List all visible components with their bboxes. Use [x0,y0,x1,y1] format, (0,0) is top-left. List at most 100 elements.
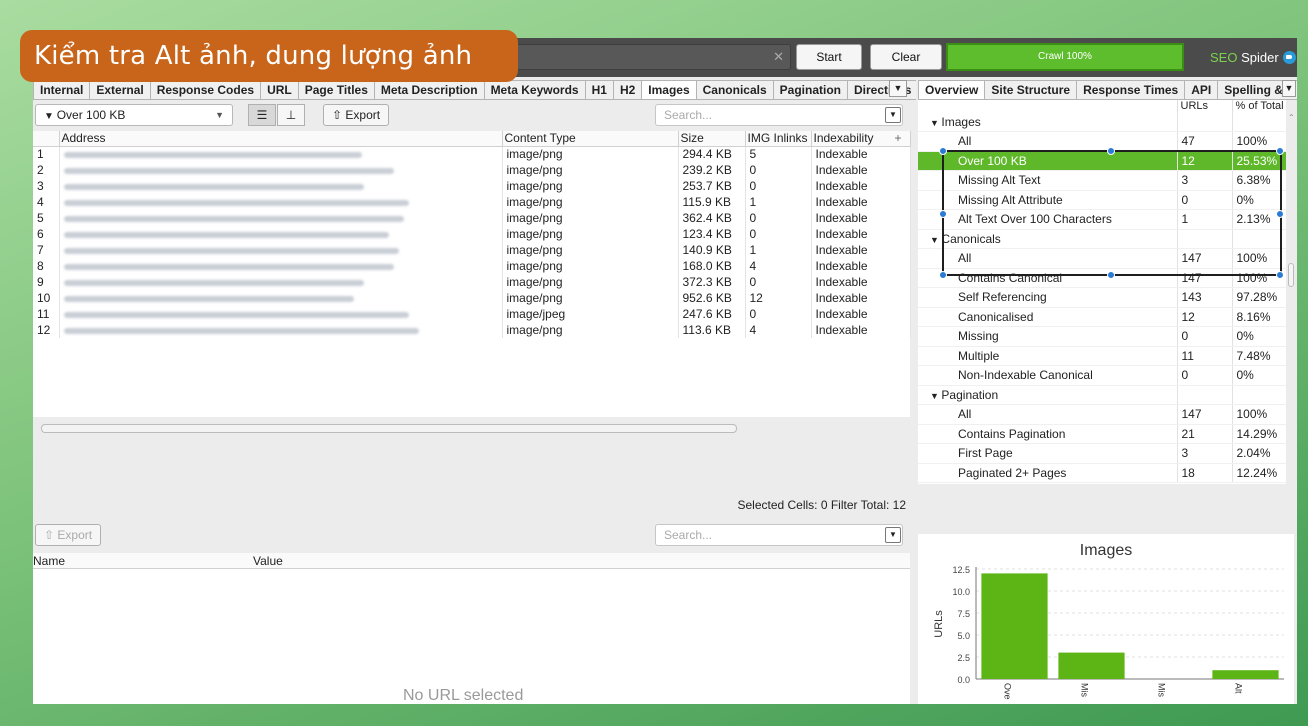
address-cell[interactable] [59,178,503,194]
table-row[interactable]: 3 image/png 253.7 KB 0 Indexable [33,178,911,194]
start-button[interactable]: Start [796,44,862,70]
tree-label-cell[interactable]: Non-Indexable Canonical [918,365,1178,386]
table-row[interactable]: 11 image/jpeg 247.6 KB 0 Indexable [33,306,911,322]
bar[interactable] [981,573,1048,679]
content-type-cell[interactable]: image/png [502,322,679,338]
tree-label-cell[interactable]: Over 100 KB [918,151,1178,171]
tree-group[interactable]: ▼ Canonicals [918,229,1286,249]
tree-item[interactable]: Self Referencing 143 97.28% [918,287,1286,308]
indexability-cell[interactable]: Indexable [811,290,911,306]
table-row[interactable]: 6 image/png 123.4 KB 0 Indexable [33,226,911,242]
tab-response-times[interactable]: Response Times [1076,80,1185,100]
indexability-cell[interactable]: Indexable [811,242,911,258]
row-number[interactable]: 3 [33,178,60,194]
tree-view-button[interactable]: ⊥ [277,104,305,126]
table-row[interactable]: 7 image/png 140.9 KB 1 Indexable [33,242,911,258]
bar[interactable] [1058,652,1125,679]
address-cell[interactable] [59,322,503,338]
img-inlinks-cell[interactable]: 4 [745,258,812,274]
address-cell[interactable] [59,306,503,322]
tab-images[interactable]: Images [641,80,696,100]
content-type-cell[interactable]: image/png [502,258,679,274]
size-cell[interactable]: 123.4 KB [678,226,746,242]
column-header[interactable]: Content Type [502,131,679,147]
tree-label-cell[interactable]: Paginated 2+ Pages [918,463,1178,483]
bar[interactable] [1212,670,1279,679]
indexability-cell[interactable]: Indexable [811,194,911,210]
tree-label-cell[interactable]: Multiple [918,346,1178,366]
list-view-button[interactable]: ☰ [248,104,276,126]
content-type-cell[interactable]: image/png [502,226,679,242]
table-row[interactable]: 12 image/png 113.6 KB 4 Indexable [33,322,911,338]
indexability-cell[interactable]: Indexable [811,306,911,322]
img-inlinks-cell[interactable]: 4 [745,322,812,338]
size-cell[interactable]: 952.6 KB [678,290,746,306]
details-search-options-button[interactable]: ▼ [885,527,901,543]
vertical-scrollbar[interactable]: ⌃ [1288,113,1295,473]
tree-item[interactable]: Missing Alt Attribute 0 0% [918,190,1286,210]
tree-label-cell[interactable]: All [918,248,1178,269]
twitter-icon[interactable] [1282,51,1296,64]
size-cell[interactable]: 294.4 KB [678,146,746,162]
table-row[interactable]: 10 image/png 952.6 KB 12 Indexable [33,290,911,306]
tree-label-cell[interactable]: Self Referencing [918,287,1178,308]
content-type-cell[interactable]: image/png [502,242,679,258]
tree-item[interactable]: All 147 100% [918,404,1286,425]
column-header[interactable]: Address [59,131,503,147]
tabs-overflow-button[interactable]: ▼ [889,80,907,97]
row-number[interactable]: 5 [33,210,60,226]
row-number[interactable]: 12 [33,322,60,338]
address-cell[interactable] [59,274,503,290]
tree-item[interactable]: Missing 0 0% [918,326,1286,347]
tab-canonicals[interactable]: Canonicals [695,80,773,100]
tree-label-cell[interactable]: Missing Alt Text [918,170,1178,191]
tab-meta-description[interactable]: Meta Description [373,80,484,100]
tree-label-cell[interactable]: Missing [918,326,1178,347]
tree-label-cell[interactable]: Alt Text Over 100 Characters [918,209,1178,230]
add-column-icon[interactable]: + [894,131,901,145]
tab-response-codes[interactable]: Response Codes [149,80,261,100]
img-inlinks-cell[interactable]: 0 [745,210,812,226]
tree-label-cell[interactable]: Contains Pagination [918,424,1178,444]
tree-group[interactable]: ▼ Pagination [918,385,1286,405]
size-cell[interactable]: 247.6 KB [678,306,746,322]
tree-label-cell[interactable]: Missing Alt Attribute [918,190,1178,210]
tree-label-cell[interactable]: Canonicalised [918,307,1178,327]
size-cell[interactable]: 113.6 KB [678,322,746,338]
tab-site-structure[interactable]: Site Structure [984,80,1077,100]
size-cell[interactable]: 362.4 KB [678,210,746,226]
content-type-cell[interactable]: image/jpeg [502,306,679,322]
tab-internal[interactable]: Internal [33,80,90,100]
url-input[interactable]: ✕ [513,44,791,70]
indexability-cell[interactable]: Indexable [811,258,911,274]
indexability-cell[interactable]: Indexable [811,322,911,338]
content-type-cell[interactable]: image/png [502,194,679,210]
column-header[interactable]: Size [678,131,746,147]
content-type-cell[interactable]: image/png [502,210,679,226]
horizontal-scrollbar[interactable] [41,424,737,433]
expand-triangle-icon[interactable]: ▼ [930,391,941,401]
address-cell[interactable] [59,210,503,226]
content-type-cell[interactable]: image/png [502,162,679,178]
clear-url-icon[interactable]: ✕ [773,49,784,65]
tab-page-titles[interactable]: Page Titles [297,80,374,100]
tree-item[interactable]: Alt Text Over 100 Characters 1 2.13% [918,209,1286,230]
tree-item[interactable]: Contains Pagination 21 14.29% [918,424,1286,444]
row-number[interactable]: 1 [33,146,60,162]
size-cell[interactable]: 253.7 KB [678,178,746,194]
table-row[interactable]: 2 image/png 239.2 KB 0 Indexable [33,162,911,178]
search-options-button[interactable]: ▼ [885,107,901,123]
tree-label-cell[interactable]: All [918,404,1178,425]
tab-url[interactable]: URL [260,80,298,100]
overview-column-header[interactable]: URLs [1177,100,1233,112]
indexability-cell[interactable]: Indexable [811,210,911,226]
tab-api[interactable]: API [1184,80,1218,100]
size-cell[interactable]: 168.0 KB [678,258,746,274]
table-row[interactable]: 5 image/png 362.4 KB 0 Indexable [33,210,911,226]
clear-button[interactable]: Clear [870,44,942,70]
img-inlinks-cell[interactable]: 1 [745,194,812,210]
img-inlinks-cell[interactable]: 0 [745,178,812,194]
scroll-thumb[interactable] [1288,263,1294,287]
tree-item[interactable]: Canonicalised 12 8.16% [918,307,1286,327]
tab-external[interactable]: External [89,80,150,100]
